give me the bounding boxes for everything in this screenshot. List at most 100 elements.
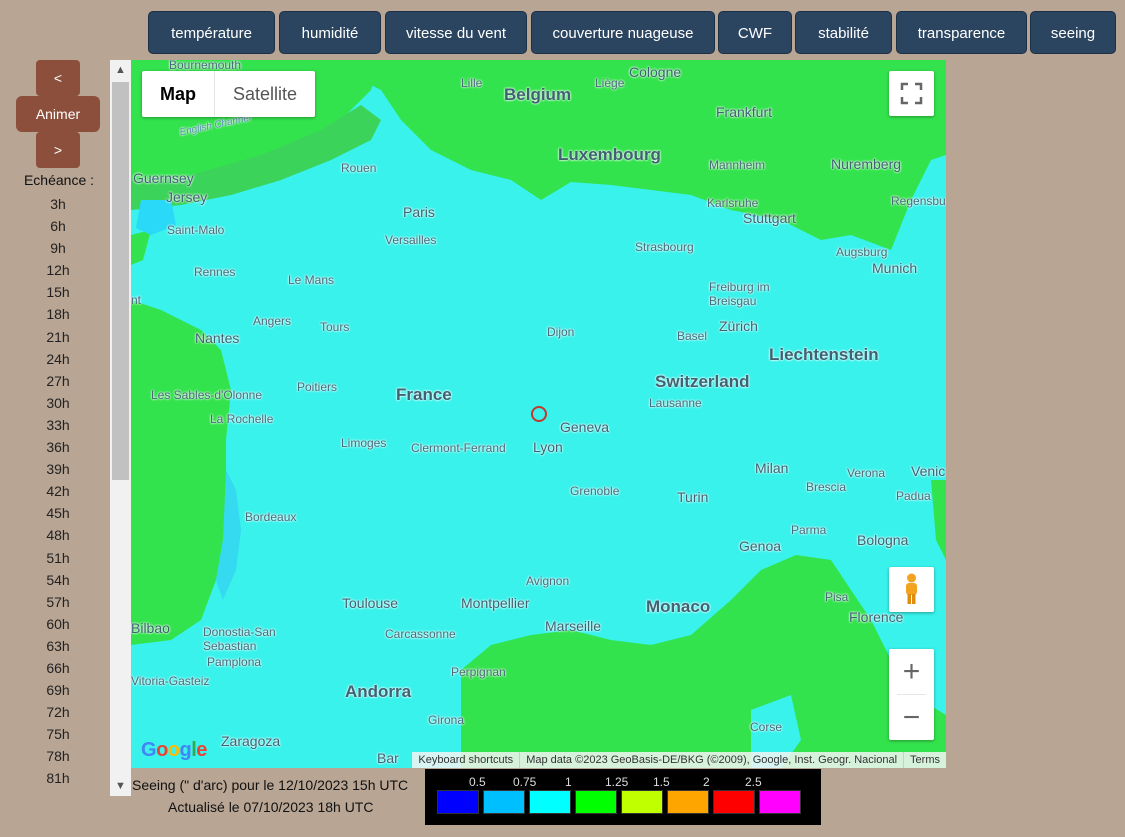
label-stuttgart: Stuttgart — [743, 210, 796, 226]
tab-wind-speed[interactable]: vitesse du vent — [385, 11, 527, 54]
tab-humidity[interactable]: humidité — [279, 11, 381, 54]
map-type-satellite-button[interactable]: Satellite — [214, 71, 315, 117]
map-type-map-button[interactable]: Map — [142, 71, 214, 117]
street-view-button[interactable] — [889, 567, 934, 612]
label-versailles: Versailles — [385, 233, 437, 247]
label-augsburg: Augsburg — [836, 245, 888, 259]
forecast-step-item[interactable]: 15h — [28, 281, 88, 303]
map-attribution: Keyboard shortcuts Map data ©2023 GeoBas… — [412, 752, 946, 768]
forecast-step-item[interactable]: 54h — [28, 569, 88, 591]
previous-step-button[interactable]: < — [36, 60, 80, 96]
label-perpignan: Perpignan — [451, 665, 506, 679]
label-rouen: Rouen — [341, 161, 377, 175]
label-bologna: Bologna — [857, 532, 909, 548]
label-carcassonne: Carcassonne — [385, 627, 456, 641]
forecast-step-item[interactable]: 9h — [28, 237, 88, 259]
forecast-step-item[interactable]: 33h — [28, 414, 88, 436]
seeing-map[interactable]: Bournemouth English Channel Guernsey Jer… — [131, 60, 946, 768]
zoom-out-button[interactable]: − — [889, 695, 934, 740]
forecast-step-item[interactable]: 24h — [28, 348, 88, 370]
forecast-step-item[interactable]: 48h — [28, 524, 88, 546]
keyboard-shortcuts-link[interactable]: Keyboard shortcuts — [412, 752, 519, 768]
forecast-step-item[interactable]: 39h — [28, 458, 88, 480]
label-limoges: Limoges — [341, 436, 387, 450]
scroll-up-arrow-icon[interactable]: ▲ — [110, 60, 131, 80]
label-cologne: Cologne — [629, 64, 682, 80]
label-liechtenstein: Liechtenstein — [769, 345, 879, 364]
forecast-step-item[interactable]: 57h — [28, 591, 88, 613]
legend-tick-label: 0.75 — [513, 775, 537, 789]
label-lille: Lille — [461, 76, 483, 90]
label-freiburg: Freiburg im Breisgau — [709, 280, 770, 308]
legend-swatch — [759, 790, 801, 814]
label-le-mans: Le Mans — [288, 273, 335, 287]
google-logo: Google — [141, 739, 207, 761]
label-milan: Milan — [755, 460, 789, 476]
fullscreen-button[interactable] — [889, 71, 934, 116]
forecast-step-item[interactable]: 45h — [28, 502, 88, 524]
label-les-sables: Les Sables-d'Olonne — [151, 388, 263, 402]
scrollbar-thumb[interactable] — [112, 82, 129, 480]
forecast-step-item[interactable]: 84h — [28, 790, 88, 795]
label-grenoble: Grenoble — [570, 484, 620, 498]
tab-stability[interactable]: stabilité — [795, 11, 892, 54]
forecast-step-item[interactable]: 63h — [28, 635, 88, 657]
label-luxembourg: Luxembourg — [558, 145, 661, 164]
tab-temperature[interactable]: température — [148, 11, 275, 54]
animate-button[interactable]: Animer — [16, 96, 100, 132]
label-marseille: Marseille — [545, 618, 602, 634]
forecast-step-item[interactable]: 66h — [28, 657, 88, 679]
legend-swatch — [529, 790, 571, 814]
label-tours: Tours — [320, 320, 350, 334]
label-girona: Girona — [428, 713, 465, 727]
label-belgium: Belgium — [504, 85, 572, 104]
tab-seeing[interactable]: seeing — [1030, 11, 1116, 54]
label-la-rochelle: La Rochelle — [210, 412, 274, 426]
legend-swatch — [667, 790, 709, 814]
label-nuremberg: Nuremberg — [831, 156, 902, 172]
label-lyon: Lyon — [533, 439, 563, 455]
label-monaco: Monaco — [646, 597, 711, 616]
scroll-down-arrow-icon[interactable]: ▼ — [110, 776, 131, 796]
label-avignon: Avignon — [526, 574, 570, 588]
forecast-step-item[interactable]: 27h — [28, 370, 88, 392]
legend-swatch — [483, 790, 525, 814]
map-data-text: Map data ©2023 GeoBasis-DE/BKG (©2009), … — [519, 752, 903, 768]
label-poitiers: Poitiers — [297, 380, 338, 394]
forecast-step-item[interactable]: 72h — [28, 701, 88, 723]
legend-swatch — [437, 790, 479, 814]
forecast-step-item[interactable]: 51h — [28, 547, 88, 569]
tab-cwf[interactable]: CWF — [718, 11, 792, 54]
label-jersey: Jersey — [166, 189, 208, 205]
label-munich: Munich — [872, 260, 918, 276]
label-liege: Liège — [595, 76, 625, 90]
label-corse: Corse — [750, 720, 783, 734]
forecast-step-item[interactable]: 69h — [28, 679, 88, 701]
forecast-step-item[interactable]: 42h — [28, 480, 88, 502]
forecast-step-item[interactable]: 12h — [28, 259, 88, 281]
forecast-step-item[interactable]: 18h — [28, 303, 88, 325]
label-andorra: Andorra — [345, 682, 412, 701]
forecast-step-item[interactable]: 21h — [28, 326, 88, 348]
fullscreen-icon — [900, 82, 923, 105]
forecast-step-item[interactable]: 60h — [28, 613, 88, 635]
updated-caption: Actualisé le 07/10/2023 18h UTC — [168, 799, 374, 815]
label-brescia: Brescia — [806, 480, 847, 494]
forecast-step-item[interactable]: 81h — [28, 767, 88, 789]
label-vitoria: Vitoria-Gasteiz — [131, 674, 210, 688]
next-step-button[interactable]: > — [36, 132, 80, 168]
forecast-step-item[interactable]: 3h — [28, 193, 88, 215]
terms-link[interactable]: Terms — [903, 752, 946, 768]
pegman-icon — [906, 573, 917, 604]
forecast-step-item[interactable]: 75h — [28, 723, 88, 745]
forecast-step-item[interactable]: 6h — [28, 215, 88, 237]
forecast-step-item[interactable]: 36h — [28, 436, 88, 458]
forecast-step-item[interactable]: 78h — [28, 745, 88, 767]
tab-transparency[interactable]: transparence — [896, 11, 1027, 54]
label-venice: Venic — [911, 463, 946, 479]
tab-cloud-cover[interactable]: couverture nuageuse — [531, 11, 715, 54]
forecast-step-item[interactable]: 30h — [28, 392, 88, 414]
zoom-in-button[interactable]: + — [889, 649, 934, 694]
location-marker[interactable] — [531, 406, 547, 422]
scrollbar[interactable]: ▲ ▼ — [110, 60, 131, 796]
